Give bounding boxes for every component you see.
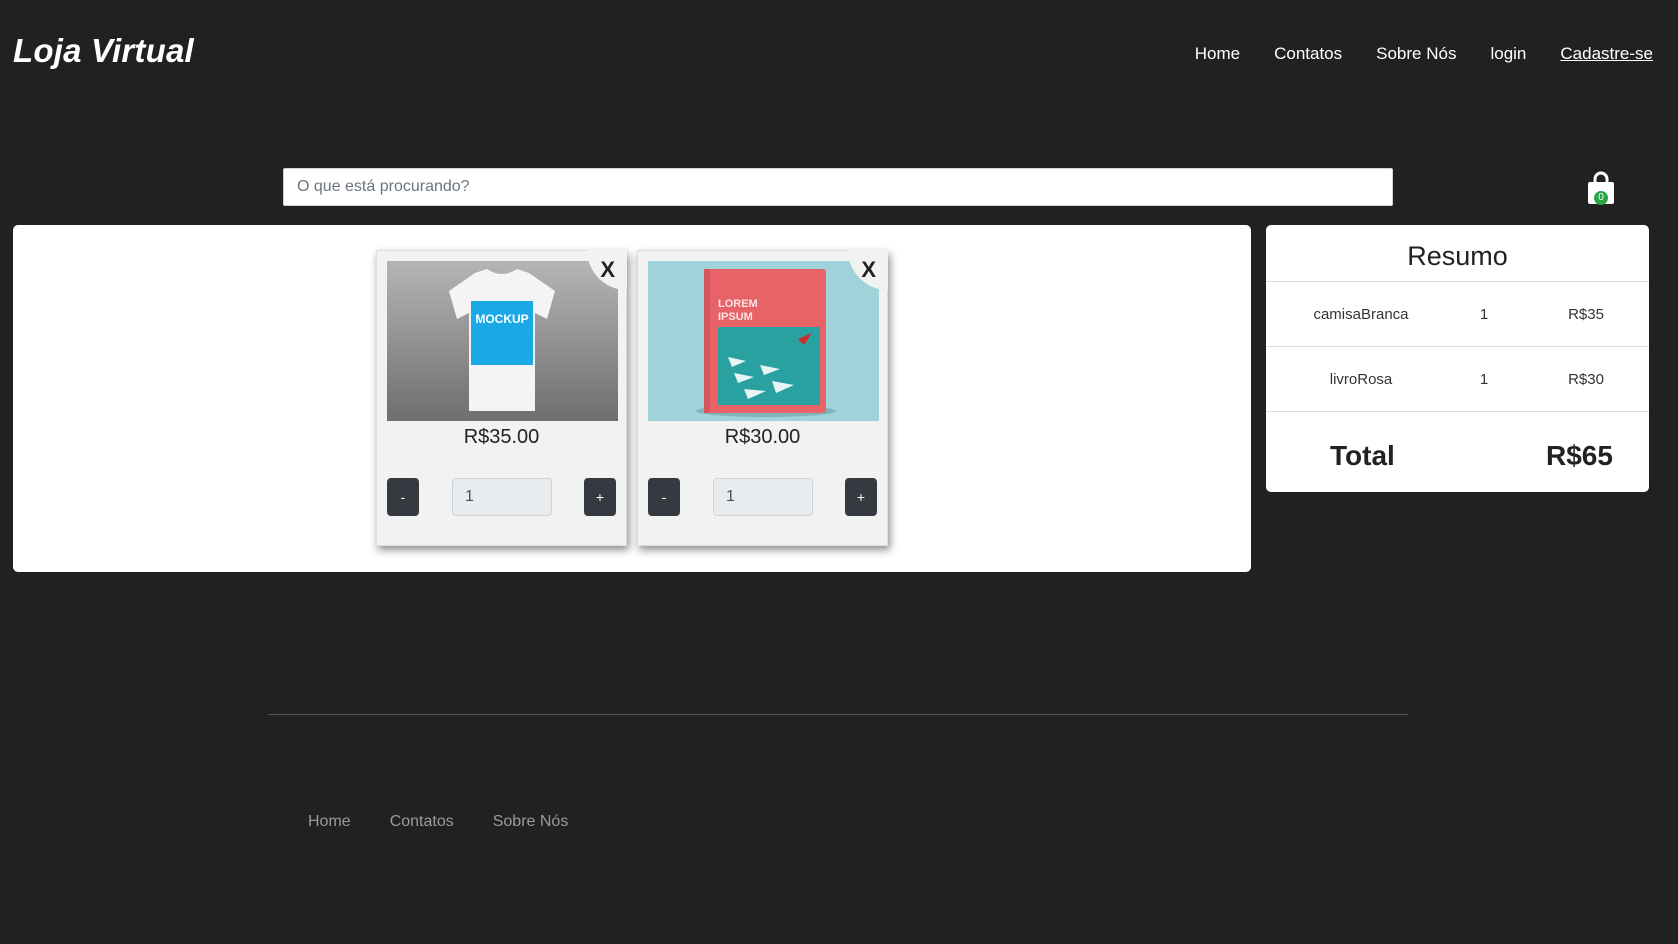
summary-item-name: camisaBranca [1313, 306, 1409, 323]
product-image-tshirt: MOCKUP [387, 261, 618, 421]
summary-total: Total R$65 [1266, 411, 1649, 492]
total-value: R$65 [1546, 440, 1613, 471]
nav-sobre-nos[interactable]: Sobre Nós [1376, 44, 1456, 64]
footer-nav: Home Contatos Sobre Nós [308, 813, 568, 831]
order-summary: Resumo camisaBranca 1 R$35 livroRosa 1 R… [1266, 225, 1649, 492]
footer-nav-sobre-nos[interactable]: Sobre Nós [493, 813, 569, 831]
summary-title: Resumo [1407, 241, 1508, 271]
nav-home[interactable]: Home [1195, 44, 1240, 64]
mockup-text: MOCKUP [475, 312, 528, 326]
quantity-input[interactable] [452, 478, 552, 516]
product-card: LOREM IPSUM X R$30.00 - + [637, 250, 888, 546]
decrease-quantity-button[interactable]: - [648, 478, 680, 516]
product-price: R$30.00 [724, 426, 801, 448]
nav-contatos[interactable]: Contatos [1274, 44, 1342, 64]
product-image-book: LOREM IPSUM [648, 261, 879, 421]
footer-divider [268, 714, 1408, 715]
nav-login[interactable]: login [1490, 44, 1526, 64]
summary-item-price: R$30 [1568, 371, 1604, 388]
product-card: MOCKUP X R$35.00 - + [376, 250, 627, 546]
product-price: R$35.00 [463, 426, 540, 448]
nav-cadastre-se[interactable]: Cadastre-se [1560, 44, 1653, 64]
increase-quantity-button[interactable]: + [845, 478, 877, 516]
cart-products-panel: MOCKUP X R$35.00 - + LOREM IPSUM [13, 225, 1251, 572]
summary-item-qty: 1 [1479, 371, 1489, 388]
total-label: Total [1330, 440, 1395, 471]
decrease-quantity-button[interactable]: - [387, 478, 419, 516]
summary-item-price: R$35 [1568, 306, 1604, 323]
summary-item-name: livroRosa [1329, 371, 1393, 388]
book-title-line2: IPSUM [718, 311, 753, 323]
summary-item-qty: 1 [1479, 306, 1489, 323]
footer-nav-contatos[interactable]: Contatos [390, 813, 454, 831]
increase-quantity-button[interactable]: + [584, 478, 616, 516]
top-nav: Home Contatos Sobre Nós login Cadastre-s… [1195, 44, 1653, 64]
summary-row: camisaBranca 1 R$35 [1266, 281, 1649, 346]
site-logo[interactable]: Loja Virtual [13, 32, 194, 70]
cart-count-badge: 0 [1594, 191, 1608, 205]
summary-row: livroRosa 1 R$30 [1266, 346, 1649, 411]
search-input[interactable] [283, 168, 1393, 206]
footer-nav-home[interactable]: Home [308, 813, 351, 831]
header: Loja Virtual Home Contatos Sobre Nós log… [0, 0, 1678, 110]
quantity-input[interactable] [713, 478, 813, 516]
book-title-line1: LOREM [718, 298, 758, 310]
